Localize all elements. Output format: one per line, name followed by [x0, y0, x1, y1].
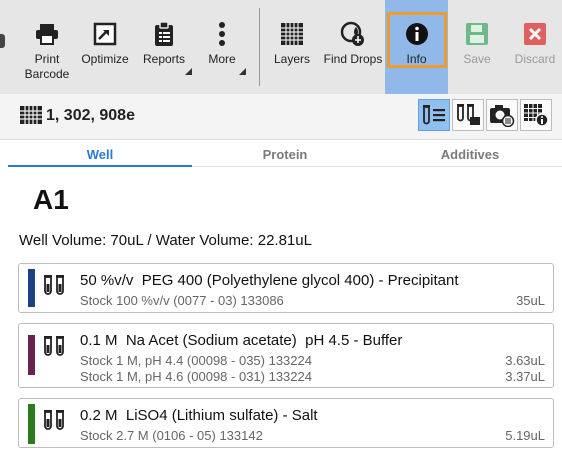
- tab-protein[interactable]: Protein: [193, 147, 377, 167]
- tubes-icon: [457, 104, 480, 125]
- more-dropdown-icon: [239, 68, 246, 75]
- tubes-icon: [43, 409, 69, 438]
- clipboard-icon: [153, 20, 175, 48]
- camera-icon: [490, 105, 515, 127]
- tubes-icon: [43, 274, 69, 303]
- reports-dropdown-icon: [185, 68, 192, 75]
- grid-info-icon: [524, 104, 549, 127]
- layers-button[interactable]: Layers: [270, 0, 314, 94]
- tab-well[interactable]: Well: [8, 147, 192, 167]
- printer-icon: [35, 20, 59, 48]
- toolbar-separator: [259, 8, 260, 86]
- close-icon: [523, 20, 547, 48]
- ingredient-card[interactable]: 50 %v/v PEG 400 (Polyethylene glycol 400…: [18, 263, 554, 313]
- toolbar: Print Barcode Optimize Reports More Laye…: [0, 0, 562, 94]
- optimize-label: Optimize: [81, 52, 129, 66]
- tubes-icon: [43, 335, 69, 364]
- stock-amount: 3.37uL: [505, 369, 545, 384]
- optimize-button[interactable]: Optimize: [78, 0, 132, 94]
- stock-text: Stock 1 M, pH 4.4 (00098 - 035) 133224: [80, 353, 312, 368]
- discard-label: Discard: [514, 52, 556, 66]
- more-button[interactable]: More: [198, 0, 246, 94]
- info-button-frame: [387, 12, 447, 68]
- tab-additives[interactable]: Additives: [378, 147, 562, 167]
- info-button[interactable]: Info: [385, 0, 448, 94]
- optimize-icon: [93, 20, 117, 48]
- well-tabs: Well Protein Additives: [8, 147, 562, 167]
- print-barcode-label-2: Barcode: [24, 67, 70, 81]
- stock-text: Stock 2.7 M (0106 - 05) 133142: [80, 428, 263, 443]
- tube-list-icon: [423, 105, 445, 125]
- reports-label: Reports: [142, 52, 186, 66]
- discard-button[interactable]: Discard: [510, 0, 560, 94]
- grid-icon: [280, 20, 304, 48]
- well-contents-view-button[interactable]: [418, 99, 450, 131]
- find-drops-label: Find Drops: [323, 52, 383, 66]
- ingredient-card[interactable]: 0.1 M Na Acet (Sodium acetate) pH 4.5 - …: [18, 323, 554, 388]
- save-label: Save: [463, 52, 491, 66]
- ingredient-title: 0.1 M Na Acet (Sodium acetate) pH 4.5 - …: [80, 332, 403, 349]
- active-tab-indicator: [8, 165, 192, 167]
- ingredient-title: 0.2 M LiSO4 (Lithium sulfate) - Salt: [80, 407, 318, 424]
- print-barcode-label-1: Print: [34, 52, 60, 66]
- ingredient-color-bar: [28, 335, 35, 375]
- more-vertical-icon: [218, 20, 226, 48]
- well-volume: Well Volume: 70uL / Water Volume: 22.81u…: [19, 232, 312, 249]
- ingredient-title: 50 %v/v PEG 400 (Polyethylene glycol 400…: [80, 272, 459, 289]
- save-icon: [465, 20, 489, 48]
- stock-amount: 3.63uL: [505, 353, 545, 368]
- ingredient-color-bar: [28, 404, 35, 444]
- ingredient-color-bar: [28, 269, 35, 307]
- more-label: More: [208, 52, 236, 66]
- plate-header: 1, 302, 908e: [0, 94, 562, 140]
- plate-info-view-button[interactable]: [520, 99, 552, 131]
- camera-view-button[interactable]: [486, 99, 518, 131]
- stock-text: Stock 100 %v/v (0077 - 03) 133086: [80, 293, 284, 308]
- plate-icon: [20, 106, 42, 129]
- tubes-view-button[interactable]: [452, 99, 484, 131]
- stock-amount: 35uL: [516, 293, 545, 308]
- print-barcode-button[interactable]: Print Barcode: [18, 0, 76, 94]
- plate-id: 1, 302, 908e: [46, 107, 135, 124]
- stock-text: Stock 1 M, pH 4.6 (00098 - 031) 133224: [80, 369, 312, 384]
- save-button[interactable]: Save: [452, 0, 502, 94]
- stock-amount: 5.19uL: [505, 428, 545, 443]
- layers-label: Layers: [273, 52, 311, 66]
- find-drops-button[interactable]: Find Drops: [322, 0, 384, 94]
- ingredient-card[interactable]: 0.2 M LiSO4 (Lithium sulfate) - Salt Sto…: [18, 398, 554, 448]
- reports-button[interactable]: Reports: [138, 0, 192, 94]
- find-drops-icon: [340, 20, 366, 48]
- well-name: A1: [33, 184, 69, 215]
- partial-icon: [0, 34, 5, 48]
